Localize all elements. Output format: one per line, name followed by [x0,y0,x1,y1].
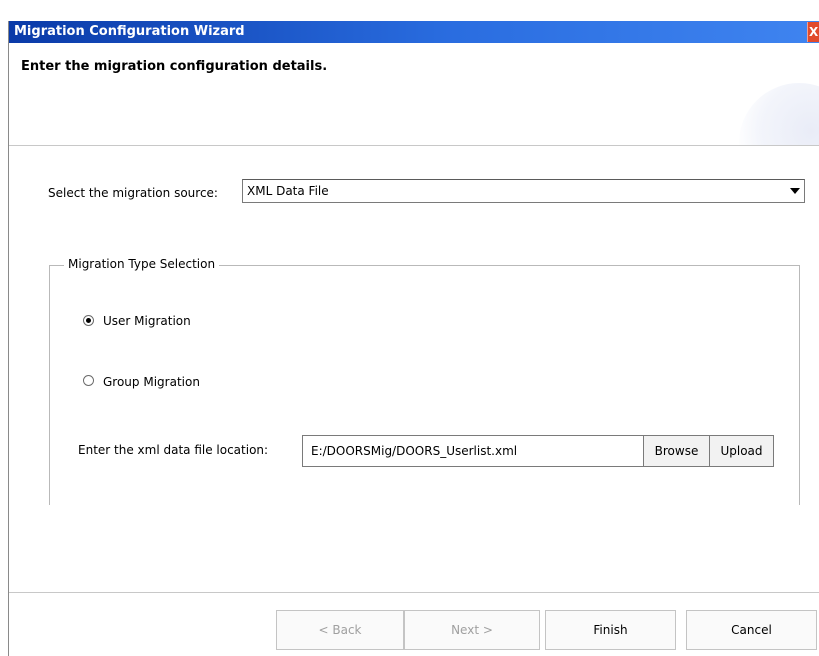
group-migration-radio[interactable] [83,375,94,386]
browse-button[interactable]: Browse [643,435,710,467]
window-title: Migration Configuration Wizard [14,24,245,39]
source-label: Select the migration source: [48,186,218,200]
header-decoration [739,83,819,145]
header-divider [9,145,819,146]
file-location-input[interactable]: E:/DOORSMig/DOORS_Userlist.xml [302,435,643,467]
close-icon: X [809,25,819,39]
cancel-button[interactable]: Cancel [686,610,817,650]
file-location-label: Enter the xml data file location: [78,443,269,457]
radio-selected-dot [86,318,91,323]
title-bar[interactable]: Migration Configuration Wizard X [9,21,819,43]
chevron-down-icon[interactable] [790,188,800,194]
close-button[interactable]: X [807,22,819,42]
file-location-value: E:/DOORSMig/DOORS_Userlist.xml [311,444,518,458]
page-title: Enter the migration configuration detail… [21,59,328,74]
group-migration-label[interactable]: Group Migration [103,375,200,389]
next-button[interactable]: Next > [404,610,540,650]
user-migration-radio[interactable] [83,315,94,326]
groupbox-legend: Migration Type Selection [64,257,220,271]
back-button[interactable]: < Back [276,610,404,650]
source-selected-value: XML Data File [247,184,329,198]
upload-button[interactable]: Upload [709,435,774,467]
wizard-header: Enter the migration configuration detail… [9,43,819,145]
migration-source-dropdown[interactable]: XML Data File [242,179,805,203]
footer-divider [9,592,819,593]
user-migration-label[interactable]: User Migration [103,314,191,328]
finish-button[interactable]: Finish [545,610,676,650]
